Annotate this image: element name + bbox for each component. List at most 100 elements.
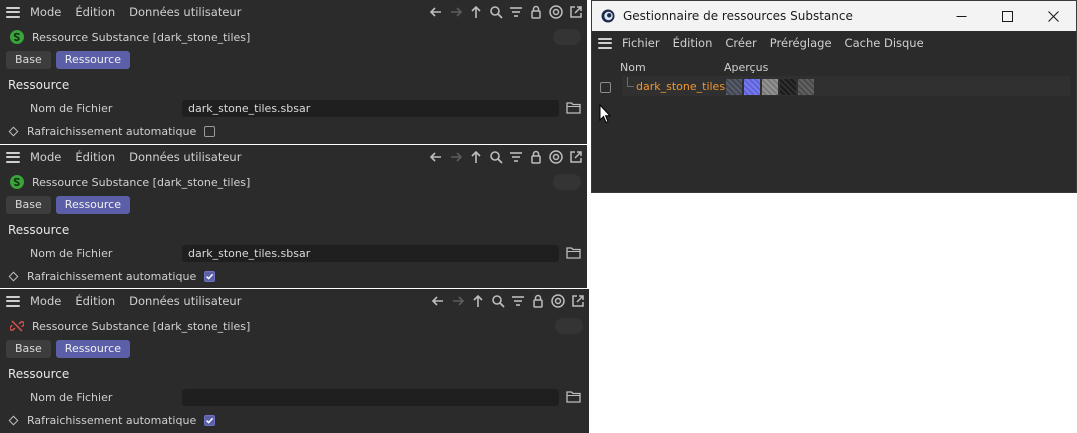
- preview-thumbnail[interactable]: [762, 79, 778, 95]
- section-heading: Ressource: [8, 78, 70, 92]
- column-header-previews[interactable]: Aperçus: [724, 61, 768, 74]
- forward-arrow-icon[interactable]: [447, 3, 465, 21]
- menu-cache-disque[interactable]: Cache Disque: [845, 36, 924, 50]
- keyframe-diamond-icon[interactable]: [8, 271, 19, 281]
- filter-icon[interactable]: [507, 148, 525, 166]
- search-icon[interactable]: [487, 3, 505, 21]
- tab-ressource[interactable]: Ressource: [55, 196, 130, 214]
- minimize-button[interactable]: [938, 1, 984, 31]
- file-name-label: Nom de Fichier: [30, 247, 113, 260]
- menu-mode[interactable]: Mode: [30, 150, 61, 164]
- minimize-icon: [956, 15, 966, 17]
- menu-donnees-utilisateur[interactable]: Données utilisateur: [129, 5, 241, 19]
- auto-refresh-row: Rafraichissement automatique: [8, 268, 216, 284]
- preview-thumbnails: [726, 79, 814, 95]
- menu-preréglage[interactable]: Préréglage: [770, 36, 832, 50]
- auto-refresh-checkbox[interactable]: [204, 270, 216, 282]
- window-titlebar[interactable]: Gestionnaire de ressources Substance: [592, 1, 1076, 31]
- maximize-button[interactable]: [984, 1, 1030, 31]
- preview-thumbnail[interactable]: [726, 79, 742, 95]
- file-name-input[interactable]: [182, 389, 559, 406]
- file-name-label: Nom de Fichier: [30, 102, 113, 115]
- resource-name[interactable]: dark_stone_tiles: [636, 80, 725, 93]
- target-icon[interactable]: [547, 148, 565, 166]
- menu-mode[interactable]: Mode: [30, 294, 61, 308]
- open-new-window-icon[interactable]: [567, 3, 585, 21]
- menu-edition[interactable]: Édition: [673, 36, 713, 50]
- hamburger-menu-icon[interactable]: [6, 151, 20, 163]
- section-heading: Ressource: [8, 367, 70, 381]
- forward-arrow-icon[interactable]: [449, 292, 467, 310]
- target-icon[interactable]: [549, 292, 567, 310]
- tab-ressource[interactable]: Ressource: [55, 340, 130, 358]
- up-arrow-icon[interactable]: [469, 292, 487, 310]
- back-arrow-icon[interactable]: [429, 292, 447, 310]
- object-title: Ressource Substance [dark_stone_tiles]: [32, 175, 251, 189]
- enable-toggle[interactable]: [553, 29, 581, 45]
- tab-ressource[interactable]: Ressource: [55, 51, 130, 69]
- back-arrow-icon[interactable]: [427, 3, 445, 21]
- tab-base[interactable]: Base: [6, 196, 51, 214]
- enable-toggle[interactable]: [555, 318, 583, 334]
- broken-link-icon: [10, 320, 24, 332]
- open-new-window-icon[interactable]: [567, 148, 585, 166]
- hamburger-menu-icon[interactable]: [6, 295, 20, 307]
- keyframe-diamond-icon[interactable]: [8, 415, 19, 425]
- menu-edition[interactable]: Édition: [75, 150, 115, 164]
- tab-bar: Base Ressource: [6, 196, 130, 214]
- auto-refresh-row: Rafraichissement automatique: [8, 412, 216, 428]
- search-icon[interactable]: [489, 292, 507, 310]
- auto-refresh-row: Rafraichissement automatique: [8, 123, 216, 139]
- preview-thumbnail[interactable]: [798, 79, 814, 95]
- row-checkbox[interactable]: [600, 82, 611, 93]
- panel-menubar: Mode Édition Données utilisateur: [0, 145, 587, 169]
- column-header-name[interactable]: Nom: [620, 61, 646, 74]
- keyframe-diamond-icon[interactable]: [8, 126, 19, 136]
- attribute-panel: Mode Édition Données utilisateur Ressour…: [0, 0, 587, 144]
- target-icon[interactable]: [547, 3, 565, 21]
- close-icon: [1047, 10, 1059, 22]
- tab-bar: Base Ressource: [6, 51, 130, 69]
- auto-refresh-label: Rafraichissement automatique: [27, 124, 197, 138]
- filter-icon[interactable]: [509, 292, 527, 310]
- lock-icon[interactable]: [527, 3, 545, 21]
- auto-refresh-checkbox[interactable]: [204, 125, 216, 137]
- substance-s-icon: [10, 30, 24, 44]
- lock-icon[interactable]: [529, 292, 547, 310]
- object-title: Ressource Substance [dark_stone_tiles]: [32, 319, 251, 333]
- forward-arrow-icon[interactable]: [447, 148, 465, 166]
- up-arrow-icon[interactable]: [467, 3, 485, 21]
- folder-icon[interactable]: [566, 101, 581, 114]
- tab-base[interactable]: Base: [6, 51, 51, 69]
- maximize-icon: [1001, 10, 1013, 22]
- preview-thumbnail[interactable]: [744, 79, 760, 95]
- file-name-input[interactable]: dark_stone_tiles.sbsar: [182, 100, 559, 117]
- search-icon[interactable]: [487, 148, 505, 166]
- preview-thumbnail[interactable]: [780, 79, 796, 95]
- folder-icon[interactable]: [566, 390, 581, 403]
- file-name-input[interactable]: dark_stone_tiles.sbsar: [182, 245, 559, 262]
- auto-refresh-checkbox[interactable]: [204, 414, 216, 426]
- enable-toggle[interactable]: [553, 174, 581, 190]
- hamburger-menu-icon[interactable]: [6, 6, 20, 18]
- open-new-window-icon[interactable]: [569, 292, 587, 310]
- menu-edition[interactable]: Édition: [75, 294, 115, 308]
- menu-fichier[interactable]: Fichier: [622, 36, 660, 50]
- hamburger-menu-icon[interactable]: [598, 37, 612, 49]
- toolbar: [427, 2, 585, 22]
- menu-donnees-utilisateur[interactable]: Données utilisateur: [129, 150, 241, 164]
- object-title: Ressource Substance [dark_stone_tiles]: [32, 30, 251, 44]
- menu-creer[interactable]: Créer: [725, 36, 756, 50]
- back-arrow-icon[interactable]: [427, 148, 445, 166]
- up-arrow-icon[interactable]: [467, 148, 485, 166]
- tab-base[interactable]: Base: [6, 340, 51, 358]
- folder-icon[interactable]: [566, 246, 581, 259]
- attribute-panel: Mode Édition Données utilisateur Ressour…: [0, 289, 589, 433]
- menu-edition[interactable]: Édition: [75, 5, 115, 19]
- close-button[interactable]: [1030, 1, 1076, 31]
- cinema4d-logo-icon: [601, 9, 615, 23]
- filter-icon[interactable]: [507, 3, 525, 21]
- menu-mode[interactable]: Mode: [30, 5, 61, 19]
- lock-icon[interactable]: [527, 148, 545, 166]
- menu-donnees-utilisateur[interactable]: Données utilisateur: [129, 294, 241, 308]
